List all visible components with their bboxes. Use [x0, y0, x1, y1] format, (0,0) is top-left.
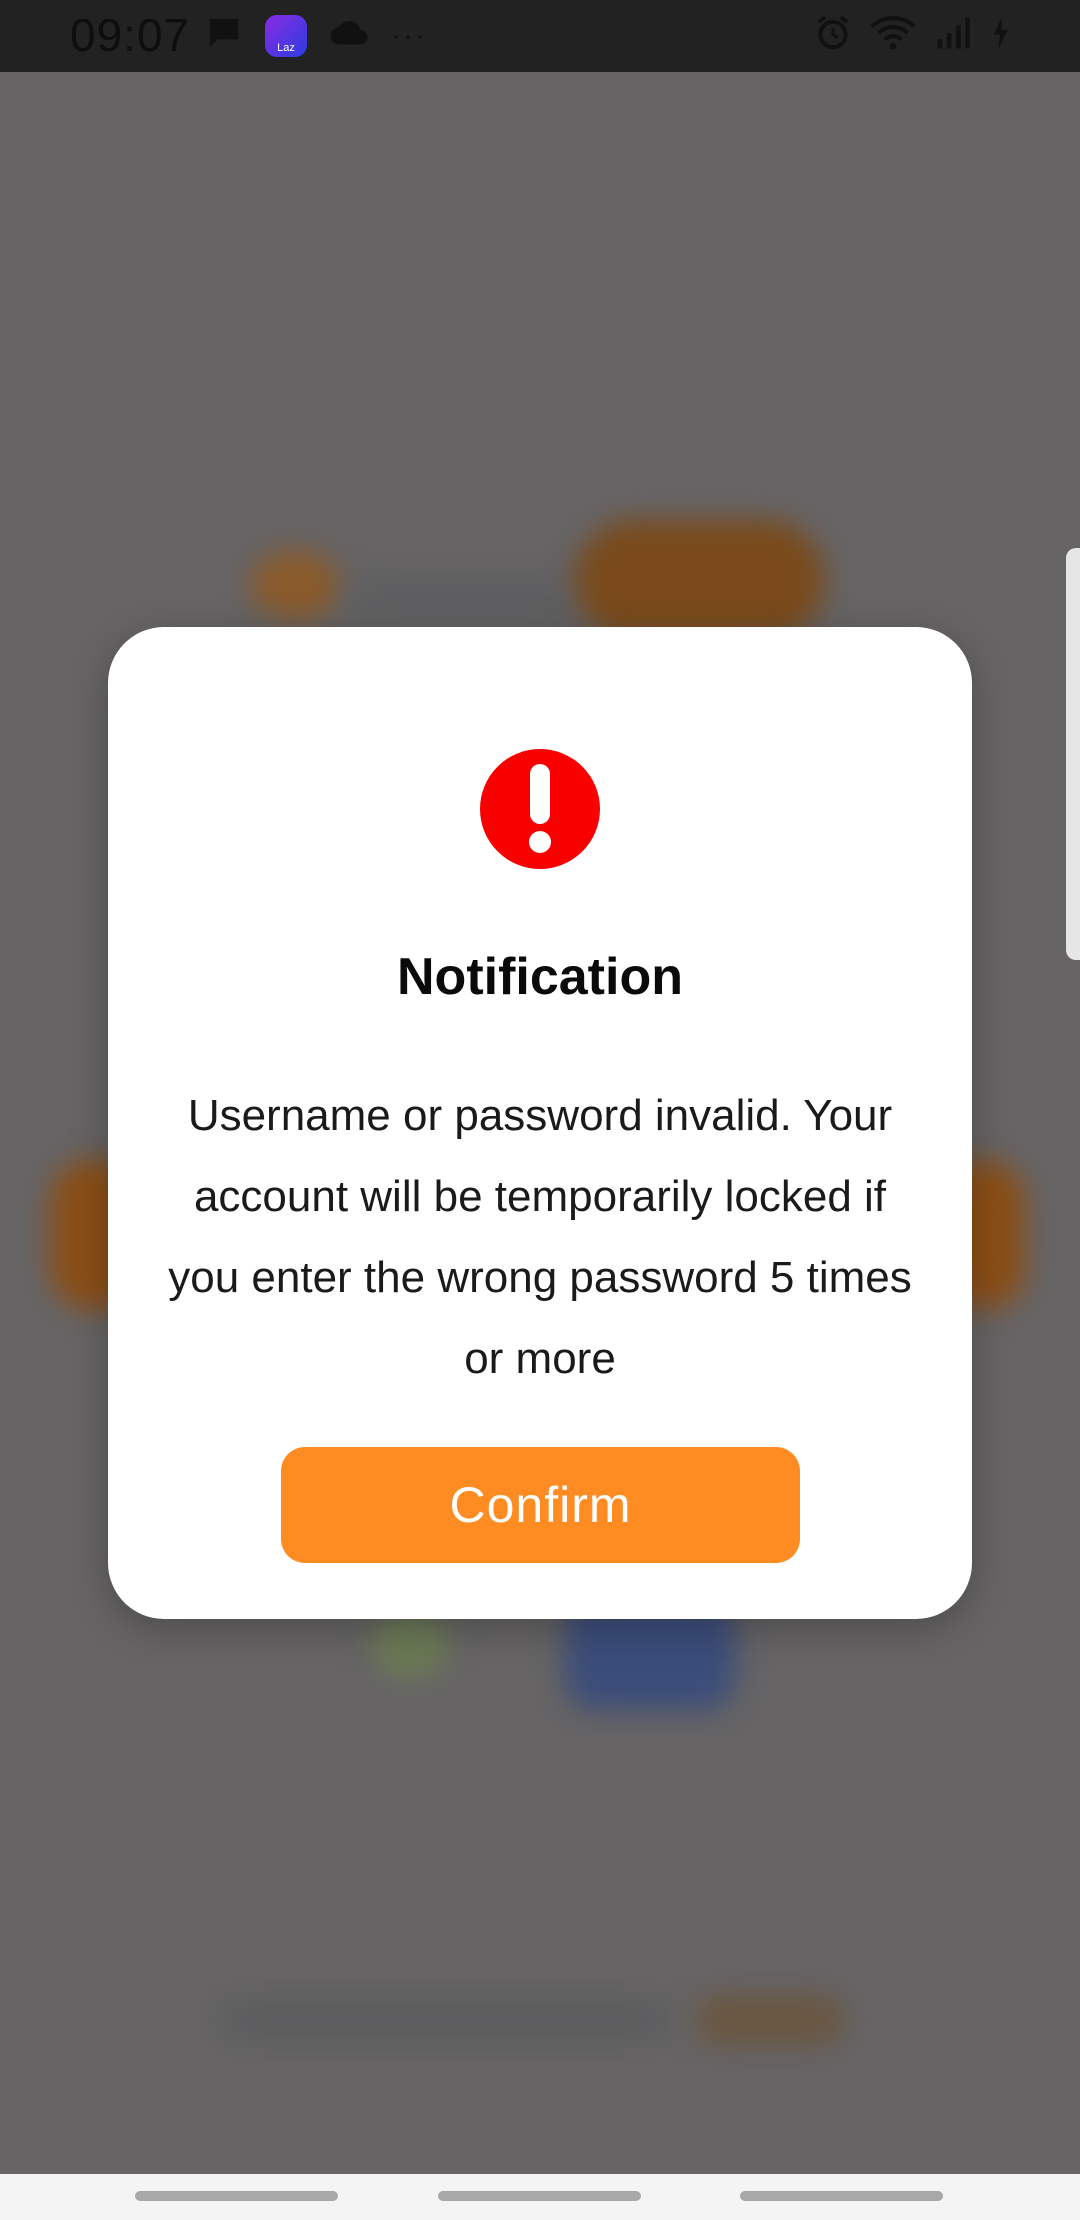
confirm-button[interactable]: Confirm	[281, 1447, 800, 1563]
background-footer-text	[220, 2000, 670, 2040]
nav-recents-button[interactable]	[135, 2191, 338, 2201]
background-orange-shape-left	[250, 550, 340, 620]
status-bar: 09:07 Laz ···	[0, 0, 1080, 72]
nav-back-button[interactable]	[740, 2191, 943, 2201]
wifi-icon	[870, 15, 916, 56]
notification-icons: Laz ···	[205, 14, 427, 57]
chat-bubble-icon	[205, 14, 243, 57]
alarm-icon	[814, 14, 852, 57]
status-time: 09:07	[70, 9, 191, 61]
battery-charging-icon	[990, 16, 1010, 55]
background-footer-link	[695, 1995, 845, 2045]
screen: 09:07 Laz ··· Notification Username or p…	[0, 0, 1080, 2220]
lazada-app-icon: Laz	[265, 14, 307, 57]
nav-home-button[interactable]	[438, 2191, 641, 2201]
exclamation-alert-icon	[480, 749, 600, 869]
dialog-message: Username or password invalid. Your accou…	[168, 1091, 912, 1383]
cloud-icon	[329, 18, 369, 53]
background-google-logo	[370, 1610, 450, 1680]
system-navigation-bar	[0, 2174, 1080, 2220]
background-orange-badge	[575, 520, 825, 640]
dialog-title: Notification	[397, 948, 683, 1006]
signal-icon	[934, 16, 972, 55]
notification-dialog: Notification Username or password invali…	[108, 627, 972, 1619]
more-dots-icon: ···	[391, 18, 427, 52]
edge-panel-handle[interactable]	[1066, 548, 1080, 960]
system-icons	[814, 14, 1010, 57]
background-gray-bar	[350, 575, 580, 620]
